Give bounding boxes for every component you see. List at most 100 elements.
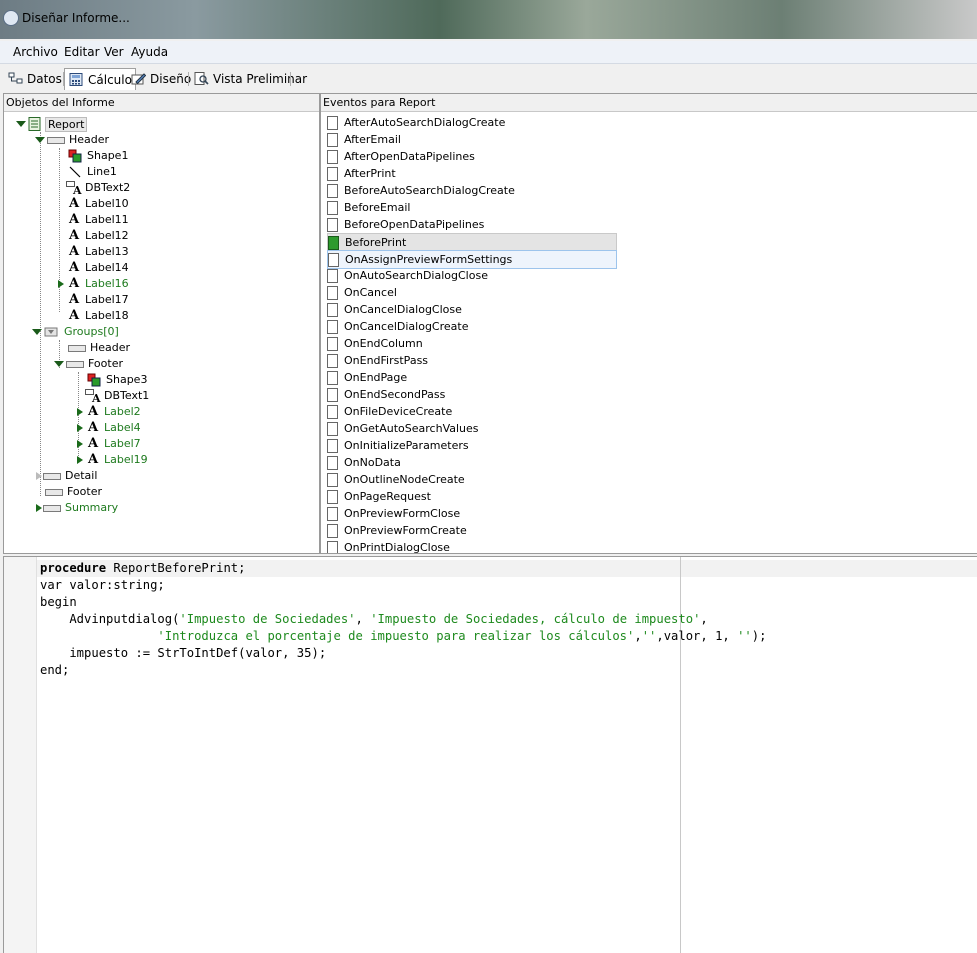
tab-calculo[interactable]: Cálculo [64, 68, 136, 90]
event-item[interactable]: OnCancel [327, 284, 617, 301]
tree-node-shape3[interactable]: Shape3 [87, 372, 147, 388]
event-item[interactable]: OnEndSecondPass [327, 386, 617, 403]
expand-arrow-icon[interactable] [77, 456, 83, 464]
tree-label: Groups[0] [64, 325, 119, 338]
menu-ayuda[interactable]: Ayuda [131, 45, 168, 59]
tree-label: Label4 [104, 421, 141, 434]
tree-node-summary[interactable]: Summary [36, 500, 118, 516]
expand-arrow-icon[interactable] [58, 280, 64, 288]
menu-archivo[interactable]: Archivo [13, 45, 58, 59]
event-item[interactable]: OnEndPage [327, 369, 617, 386]
event-item[interactable]: OnPreviewFormClose [327, 505, 617, 522]
event-item[interactable]: BeforeEmail [327, 199, 617, 216]
tree-label: Label7 [104, 437, 141, 450]
calculator-icon [69, 73, 84, 86]
event-item[interactable]: OnAutoSearchDialogClose [327, 267, 617, 284]
expand-arrow-icon[interactable] [32, 329, 42, 335]
event-item[interactable]: BeforeOpenDataPipelines [327, 216, 617, 233]
event-label: BeforePrint [345, 236, 407, 249]
event-item[interactable]: OnPreviewFormCreate [327, 522, 617, 539]
tree-label: Label12 [85, 229, 129, 242]
tree-node-dbtext1[interactable]: A DBText1 [85, 388, 149, 404]
band-icon [66, 360, 84, 368]
event-item[interactable]: OnFileDeviceCreate [327, 403, 617, 420]
tree-node-line1[interactable]: Line1 [68, 164, 117, 180]
tree-node-label11[interactable]: A Label11 [68, 212, 129, 228]
document-icon [327, 370, 338, 385]
tree-node-detail[interactable]: Detail [36, 468, 97, 484]
event-label: OnFileDeviceCreate [344, 405, 453, 418]
title-bar: Diseñar Informe... [0, 0, 977, 39]
events-panel: Eventos para Report AfterAutoSearchDialo… [320, 93, 977, 554]
expand-arrow-icon[interactable] [16, 121, 26, 127]
document-icon [327, 268, 338, 283]
svg-text:A: A [72, 184, 82, 195]
tree-node-label17[interactable]: A Label17 [68, 292, 129, 308]
tree-node-label12[interactable]: A Label12 [68, 228, 129, 244]
event-item[interactable]: AfterAutoSearchDialogCreate [327, 115, 617, 131]
expand-arrow-icon[interactable] [77, 408, 83, 416]
tree-node-label18[interactable]: A Label18 [68, 308, 129, 324]
tree-node-label14[interactable]: A Label14 [68, 260, 129, 276]
tree-node-label16[interactable]: A Label16 [58, 276, 129, 292]
event-item[interactable]: AfterOpenDataPipelines [327, 148, 617, 165]
event-label: OnNoData [344, 456, 401, 469]
event-label: AfterEmail [344, 133, 401, 146]
event-item[interactable]: AfterPrint [327, 165, 617, 182]
tree-node-label19[interactable]: A Label19 [77, 452, 148, 468]
expand-arrow-icon[interactable] [77, 424, 83, 432]
band-icon [45, 488, 63, 496]
tree-node-footer[interactable]: Footer [45, 484, 102, 500]
label-a-icon: A [68, 228, 80, 243]
tab-vista-preliminar-label: Vista Preliminar [213, 71, 308, 86]
event-item[interactable]: OnCancelDialogCreate [327, 318, 617, 335]
label-a-icon: A [68, 260, 80, 275]
tree-node-label10[interactable]: A Label10 [68, 196, 129, 212]
event-item[interactable]: OnCancelDialogClose [327, 301, 617, 318]
expand-arrow-icon[interactable] [35, 137, 45, 143]
tree-node-label13[interactable]: A Label13 [68, 244, 129, 260]
tree-label: Label10 [85, 197, 129, 210]
event-item[interactable]: OnPageRequest [327, 488, 617, 505]
document-icon [327, 438, 338, 453]
tree-label: Label14 [85, 261, 129, 274]
tree-node-shape1[interactable]: Shape1 [68, 148, 128, 164]
menu-ver[interactable]: Ver [104, 45, 124, 59]
code-editor[interactable]: procedure ReportBeforePrint; var valor:s… [3, 556, 977, 953]
event-label: OnEndSecondPass [344, 388, 446, 401]
tree-node-groups[interactable]: Groups[0] [32, 324, 119, 340]
event-item[interactable]: OnInitializeParameters [327, 437, 617, 454]
event-label: OnPreviewFormClose [344, 507, 461, 520]
tree-node-report[interactable]: Report [16, 116, 88, 132]
expand-arrow-icon[interactable] [36, 472, 42, 480]
tab-diseno[interactable]: Diseño [131, 68, 191, 89]
event-label: OnCancelDialogClose [344, 303, 462, 316]
event-item[interactable]: OnEndColumn [327, 335, 617, 352]
event-item[interactable]: OnEndFirstPass [327, 352, 617, 369]
expand-arrow-icon[interactable] [77, 440, 83, 448]
expand-arrow-icon[interactable] [54, 361, 64, 367]
event-item[interactable]: OnNoData [327, 454, 617, 471]
document-icon [327, 132, 338, 147]
event-item[interactable]: OnPrintDialogClose [327, 539, 617, 553]
tree-label: Label16 [85, 277, 129, 290]
event-item[interactable]: AfterEmail [327, 131, 617, 148]
document-icon [327, 217, 338, 232]
tree-node-label2[interactable]: A Label2 [77, 404, 141, 420]
event-item[interactable]: OnOutlineNodeCreate [327, 471, 617, 488]
document-icon [327, 285, 338, 300]
tree-node-label7[interactable]: A Label7 [77, 436, 141, 452]
menu-editar[interactable]: Editar [64, 45, 100, 59]
tab-datos[interactable]: Datos [8, 68, 62, 89]
expand-arrow-icon[interactable] [36, 504, 42, 512]
code-line: impuesto := StrToIntDef(valor, 35); [40, 646, 327, 660]
tree-node-header[interactable]: Header [35, 132, 109, 148]
tree-node-label4[interactable]: A Label4 [77, 420, 141, 436]
event-item[interactable]: BeforeAutoSearchDialogCreate [327, 182, 617, 199]
tree-node-group-header[interactable]: Header [68, 340, 130, 356]
tree-node-group-footer[interactable]: Footer [54, 356, 123, 372]
tree-node-dbtext2[interactable]: A DBText2 [66, 180, 130, 196]
label-a-icon: A [68, 196, 80, 211]
document-icon [327, 387, 338, 402]
event-item[interactable]: OnGetAutoSearchValues [327, 420, 617, 437]
